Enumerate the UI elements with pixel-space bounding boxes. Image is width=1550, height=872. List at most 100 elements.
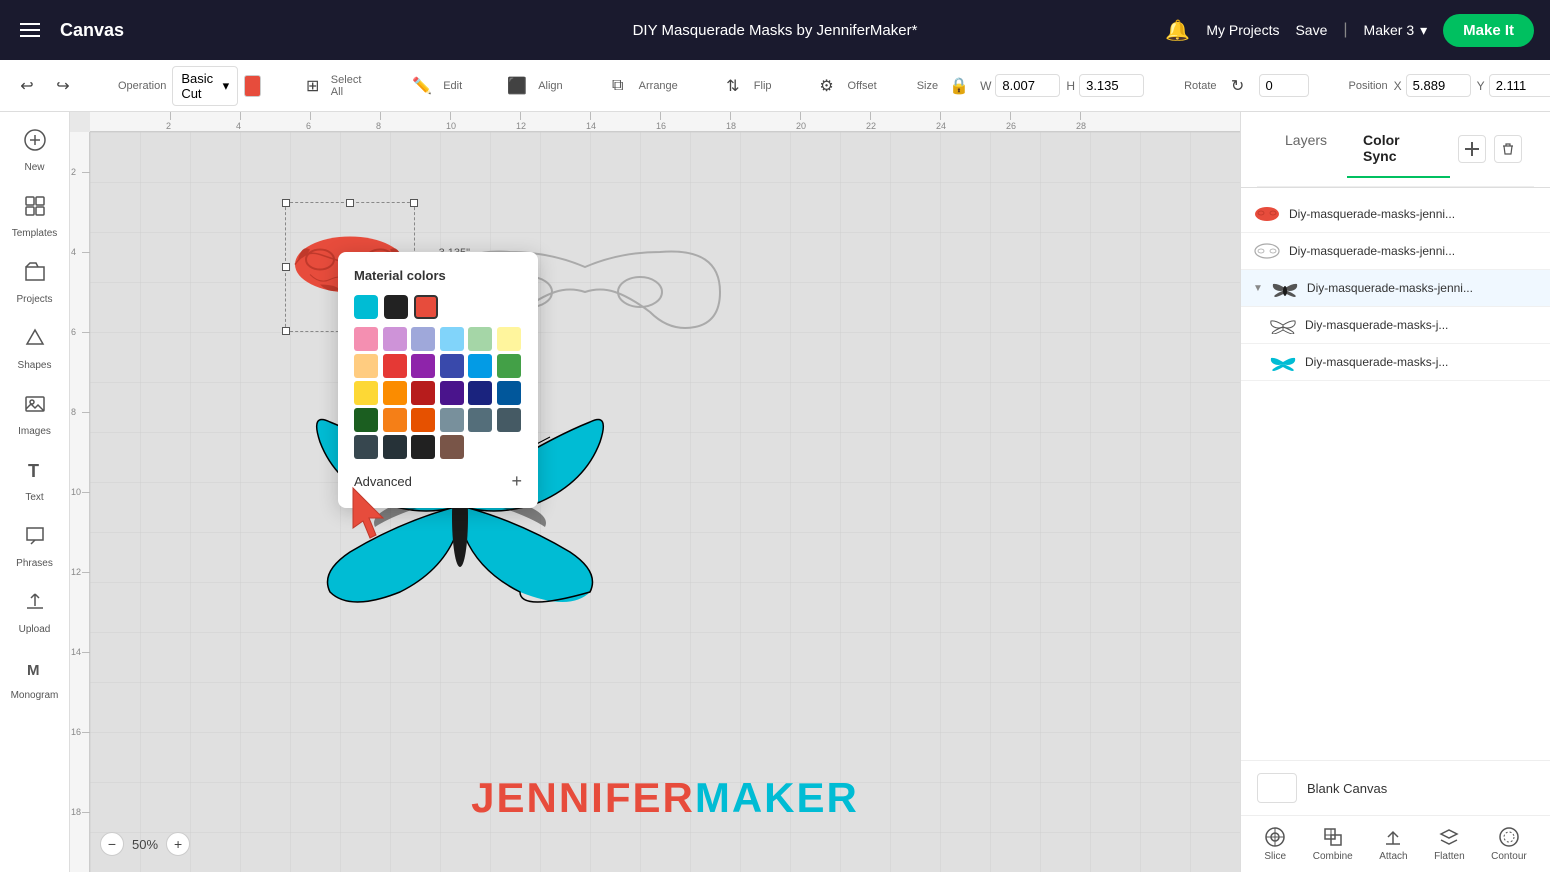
save-button[interactable]: Save — [1295, 22, 1327, 38]
advanced-label[interactable]: Advanced — [354, 474, 412, 489]
zoom-out-button[interactable]: − — [100, 832, 124, 856]
delete-layer-button[interactable] — [1494, 135, 1522, 163]
hamburger-menu[interactable] — [16, 19, 44, 41]
color-cell[interactable] — [354, 381, 378, 405]
top-color-black[interactable] — [384, 295, 408, 319]
align-label[interactable]: Align — [538, 80, 562, 92]
sidebar-item-templates[interactable]: Templates — [5, 186, 65, 248]
combine-button[interactable]: Combine — [1313, 826, 1353, 862]
canvas-bg[interactable]: 3.135" — [90, 132, 1240, 872]
offset-icon[interactable]: ⚙ — [812, 71, 842, 101]
make-it-button[interactable]: Make It — [1443, 14, 1534, 47]
layer-item[interactable]: Diy-masquerade-masks-jenni... — [1241, 196, 1550, 233]
color-cell[interactable] — [440, 408, 464, 432]
color-cell[interactable] — [383, 354, 407, 378]
color-cell[interactable] — [497, 408, 521, 432]
sidebar-item-shapes[interactable]: Shapes — [5, 318, 65, 380]
tab-layers[interactable]: Layers — [1269, 120, 1343, 178]
color-cell[interactable] — [383, 408, 407, 432]
sidebar-item-new[interactable]: New — [5, 120, 65, 182]
color-cell[interactable] — [440, 327, 464, 351]
color-cell[interactable] — [411, 408, 435, 432]
layer-item[interactable]: Diy-masquerade-masks-j... — [1241, 344, 1550, 381]
rotate-input[interactable] — [1259, 74, 1309, 97]
color-cell[interactable] — [383, 435, 407, 459]
x-label: X — [1394, 79, 1402, 93]
notification-icon[interactable]: 🔔 — [1165, 18, 1190, 43]
zoom-control: − 50% + — [100, 832, 190, 856]
align-icon[interactable]: ⬛ — [502, 71, 532, 101]
combine-icon — [1322, 826, 1344, 848]
flatten-button[interactable]: Flatten — [1434, 826, 1465, 862]
color-cell[interactable] — [354, 354, 378, 378]
maker-selector[interactable]: Maker 3 ▾ — [1364, 22, 1428, 39]
color-cell[interactable] — [411, 435, 435, 459]
layer-thumb — [1253, 241, 1281, 261]
zoom-in-button[interactable]: + — [166, 832, 190, 856]
color-cell[interactable] — [497, 327, 521, 351]
flip-group: ⇅ Flip — [718, 71, 772, 101]
sidebar-item-phrases[interactable]: Phrases — [5, 516, 65, 578]
add-layer-button[interactable] — [1458, 135, 1486, 163]
sidebar-item-monogram[interactable]: M Monogram — [5, 648, 65, 710]
color-cell[interactable] — [411, 381, 435, 405]
slice-button[interactable]: Slice — [1264, 826, 1286, 862]
redo-button[interactable]: ↪ — [48, 71, 78, 101]
canvas-area[interactable]: 2 4 6 8 10 12 14 16 18 20 22 24 26 28 2 … — [70, 112, 1240, 872]
color-cell[interactable] — [354, 435, 378, 459]
select-all-icon[interactable]: ⊞ — [301, 71, 325, 101]
arrange-icon[interactable]: ⧉ — [603, 71, 633, 101]
tab-color-sync[interactable]: Color Sync — [1347, 120, 1450, 178]
operation-select[interactable]: Basic Cut ▾ — [172, 66, 238, 106]
undo-button[interactable]: ↩ — [12, 71, 42, 101]
attach-button[interactable]: Attach — [1379, 826, 1407, 862]
top-color-teal[interactable] — [354, 295, 378, 319]
width-input[interactable] — [995, 74, 1060, 97]
color-cell[interactable] — [497, 354, 521, 378]
color-cell[interactable] — [383, 327, 407, 351]
color-cell[interactable] — [411, 327, 435, 351]
attach-icon — [1382, 826, 1404, 848]
sidebar-item-upload[interactable]: Upload — [5, 582, 65, 644]
color-cell[interactable] — [468, 354, 492, 378]
my-projects-button[interactable]: My Projects — [1206, 22, 1279, 38]
top-color-red[interactable] — [414, 295, 438, 319]
add-color-button[interactable]: + — [511, 471, 522, 492]
layer-item[interactable]: Diy-masquerade-masks-jenni... — [1241, 233, 1550, 270]
color-cell[interactable] — [468, 381, 492, 405]
position-x-input[interactable] — [1406, 74, 1471, 97]
layer-thumb — [1253, 204, 1281, 224]
sidebar-item-text[interactable]: T Text — [5, 450, 65, 512]
color-cell[interactable] — [354, 327, 378, 351]
contour-button[interactable]: Contour — [1491, 826, 1527, 862]
color-cell[interactable] — [411, 354, 435, 378]
height-input[interactable] — [1079, 74, 1144, 97]
color-cell[interactable] — [440, 435, 464, 459]
sidebar-item-projects[interactable]: Projects — [5, 252, 65, 314]
sidebar-item-images[interactable]: Images — [5, 384, 65, 446]
layer-item[interactable]: Diy-masquerade-masks-j... — [1241, 307, 1550, 344]
layer-item-expanded[interactable]: ▼ Diy-masquerade-masks-jenni... — [1241, 270, 1550, 307]
flip-icon[interactable]: ⇅ — [718, 71, 748, 101]
offset-label[interactable]: Offset — [848, 80, 877, 92]
color-swatch[interactable] — [244, 75, 260, 97]
color-cell[interactable] — [383, 381, 407, 405]
position-y-input[interactable] — [1489, 74, 1550, 97]
color-cell[interactable] — [440, 354, 464, 378]
operation-chevron: ▾ — [223, 78, 230, 94]
lock-icon[interactable]: 🔒 — [944, 71, 974, 101]
edit-icon[interactable]: ✏️ — [407, 71, 437, 101]
color-cell[interactable] — [440, 381, 464, 405]
color-cell[interactable] — [354, 408, 378, 432]
color-cell[interactable] — [468, 408, 492, 432]
color-cell[interactable] — [468, 327, 492, 351]
blank-canvas-swatch[interactable] — [1257, 773, 1297, 803]
flip-label[interactable]: Flip — [754, 80, 772, 92]
rotate-group: Rotate ↻ — [1184, 71, 1308, 101]
select-all-label[interactable]: Select All — [331, 74, 367, 98]
edit-label[interactable]: Edit — [443, 80, 462, 92]
color-cell[interactable] — [497, 381, 521, 405]
arrange-label[interactable]: Arrange — [639, 80, 678, 92]
expand-icon[interactable]: ▼ — [1253, 283, 1263, 294]
rotate-icon[interactable]: ↻ — [1223, 71, 1253, 101]
